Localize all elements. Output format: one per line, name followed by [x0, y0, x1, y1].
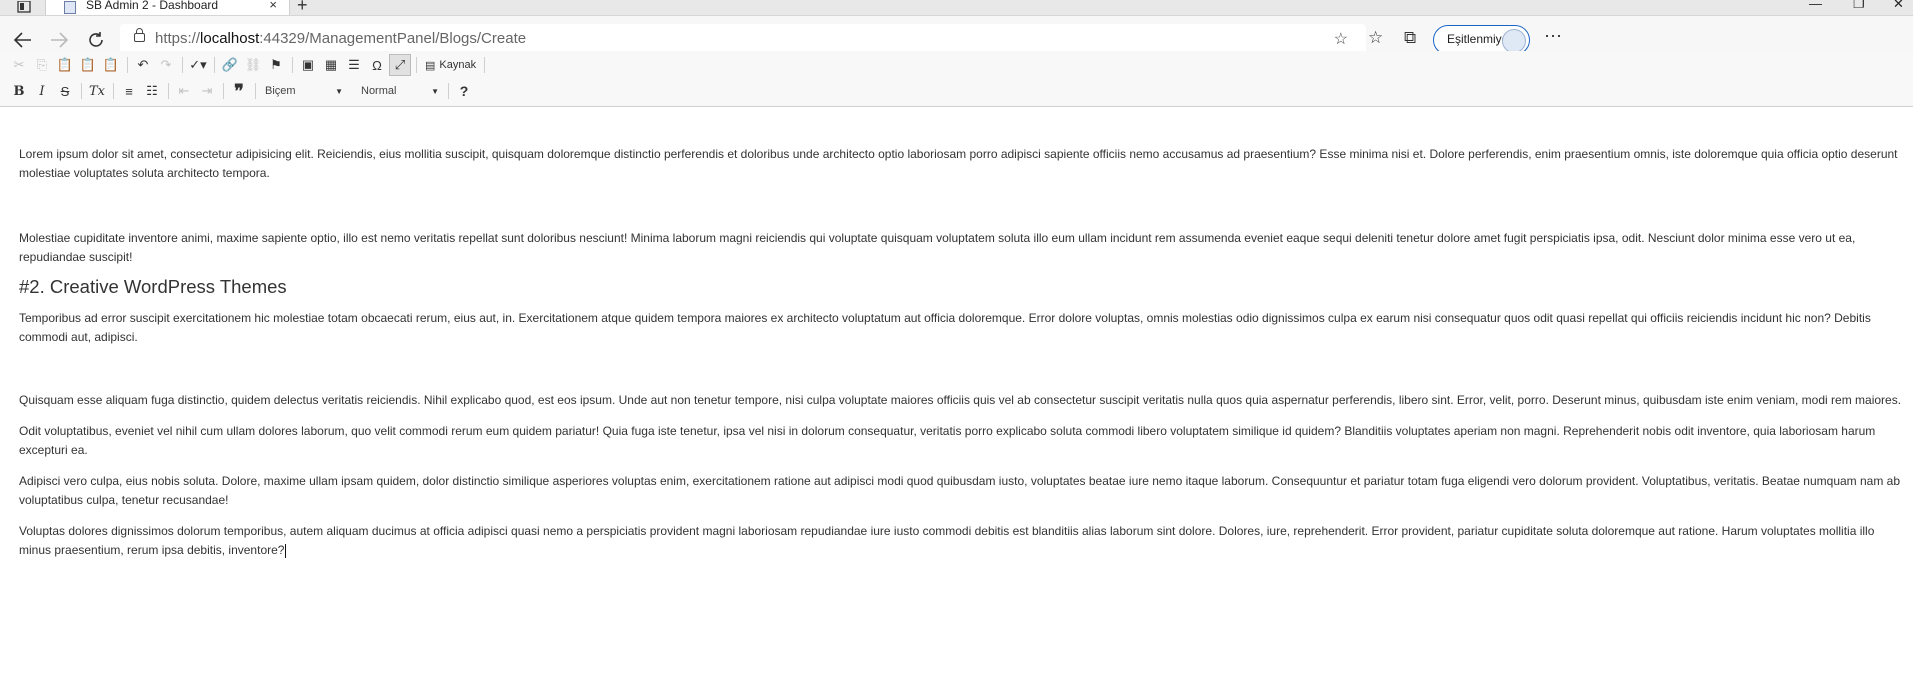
toolbar-separator — [448, 83, 449, 99]
undo-icon[interactable]: ↶ — [132, 54, 154, 76]
profile-avatar-icon — [1502, 29, 1526, 53]
lock-icon[interactable] — [134, 28, 145, 42]
source-label: Kaynak — [439, 59, 477, 71]
indent-icon[interactable]: ⇥ — [196, 80, 218, 102]
bulleted-list-icon[interactable]: ☷ — [141, 80, 163, 102]
numbered-list-icon[interactable]: ≡ — [118, 80, 140, 102]
toolbar-row-1: ✂ ⎘ 📋 📋 📋 ↶ ↷ ✓▾ 🔗 ⛓ ⚑ ▣ ▦ ☰ Ω ⤢ ▤ Kaynak — [8, 53, 489, 77]
collections-icon[interactable]: ⧉ — [1404, 28, 1416, 48]
table-icon[interactable]: ▦ — [320, 54, 342, 76]
strikethrough-icon[interactable]: S — [54, 80, 76, 102]
toolbar-separator — [168, 83, 169, 99]
minimize-icon[interactable]: — — [1809, 0, 1822, 11]
paragraph: Molestiae cupiditate inventore animi, ma… — [19, 231, 1856, 264]
toolbar-separator — [292, 57, 293, 73]
styles-combo-label: Biçem — [265, 85, 296, 97]
paragraph-text: Voluptas dolores dignissimos dolorum tem… — [19, 524, 1875, 557]
restore-icon[interactable]: ❐ — [1853, 0, 1865, 12]
close-window-icon[interactable]: ✕ — [1893, 0, 1904, 12]
paragraph: Temporibus ad error suscipit exercitatio… — [19, 311, 1871, 344]
horizontal-rule-icon[interactable]: ☰ — [343, 54, 365, 76]
toolbar-separator — [223, 83, 224, 99]
toolbar-separator — [81, 83, 82, 99]
paragraph: Quisquam esse aliquam fuga distinctio, q… — [19, 393, 1902, 407]
window-menu-icon[interactable] — [17, 0, 31, 13]
editor-content[interactable]: Lorem ipsum dolor sit amet, consectetur … — [19, 145, 1904, 560]
paragraph: Adipisci vero culpa, eius nobis soluta. … — [19, 474, 1901, 507]
toolbar-separator — [214, 57, 215, 73]
italic-icon[interactable]: I — [31, 80, 53, 102]
browser-tab[interactable]: SB Admin 2 - Dashboard × — [45, 0, 290, 15]
toolbar-separator — [127, 57, 128, 73]
chevron-down-icon: ▼ — [335, 86, 343, 96]
styles-combo[interactable]: Biçem ▼ — [260, 81, 348, 101]
format-combo-label: Normal — [361, 85, 397, 97]
blockquote-icon[interactable]: ❞ — [228, 80, 250, 102]
back-icon[interactable] — [10, 27, 36, 53]
paste-text-icon[interactable]: 📋 — [77, 54, 99, 76]
outdent-icon[interactable]: ⇤ — [173, 80, 195, 102]
image-icon[interactable]: ▣ — [297, 54, 319, 76]
toolbar-separator — [416, 57, 417, 73]
paragraph: Lorem ipsum dolor sit amet, consectetur … — [19, 147, 1898, 180]
text-caret — [285, 543, 287, 558]
add-favorite-icon[interactable]: ☆ — [1334, 29, 1348, 49]
chevron-down-icon: ▼ — [431, 86, 439, 96]
redo-icon[interactable]: ↷ — [155, 54, 177, 76]
toolbar-separator — [484, 57, 486, 73]
help-icon[interactable]: ? — [453, 80, 475, 102]
tab-close-icon[interactable]: × — [269, 0, 277, 12]
anchor-icon[interactable]: ⚑ — [265, 54, 287, 76]
special-char-icon[interactable]: Ω — [366, 54, 388, 76]
paste-word-icon[interactable]: 📋 — [100, 54, 122, 76]
heading: #2. Creative WordPress Themes — [19, 276, 287, 297]
new-tab-icon[interactable]: + — [297, 0, 308, 16]
page-favicon-icon — [64, 1, 76, 14]
bold-icon[interactable]: B — [8, 80, 30, 102]
paragraph: Odit voluptatibus, eveniet vel nihil cum… — [19, 424, 1876, 457]
url-text: https://localhost:44329/ManagementPanel/… — [155, 30, 527, 47]
cut-icon[interactable]: ✂ — [8, 54, 30, 76]
format-combo[interactable]: Normal ▼ — [356, 81, 444, 101]
paste-icon[interactable]: 📋 — [54, 54, 76, 76]
toolbar-separator — [182, 57, 183, 73]
copy-icon[interactable]: ⎘ — [31, 54, 53, 76]
editor-toolbar: ✂ ⎘ 📋 📋 📋 ↶ ↷ ✓▾ 🔗 ⛓ ⚑ ▣ ▦ ☰ Ω ⤢ ▤ Kaynak… — [0, 51, 1913, 107]
remove-format-icon[interactable]: Tx — [86, 80, 108, 102]
toolbar-separator — [255, 83, 256, 99]
browser-titlebar: SB Admin 2 - Dashboard × + — ❐ ✕ — [0, 0, 1913, 16]
paragraph-last: Voluptas dolores dignissimos dolorum tem… — [19, 522, 1904, 560]
forward-icon[interactable] — [46, 27, 72, 53]
tab-title: SB Admin 2 - Dashboard — [86, 0, 219, 12]
favorites-icon[interactable]: ☆ — [1368, 28, 1383, 48]
refresh-icon[interactable] — [83, 27, 109, 53]
link-icon[interactable]: 🔗 — [219, 54, 241, 76]
maximize-icon[interactable]: ⤢ — [389, 54, 411, 76]
toolbar-separator — [113, 83, 114, 99]
spellcheck-icon[interactable]: ✓▾ — [187, 54, 209, 76]
source-button[interactable]: ▤ Kaynak — [421, 54, 480, 76]
toolbar-row-2: B I S Tx ≡ ☷ ⇤ ⇥ ❞ Biçem ▼ Normal ▼ ? — [8, 79, 476, 103]
source-icon: ▤ — [425, 59, 436, 72]
unlink-icon[interactable]: ⛓ — [242, 54, 264, 76]
more-icon[interactable]: ⋯ — [1544, 26, 1563, 47]
